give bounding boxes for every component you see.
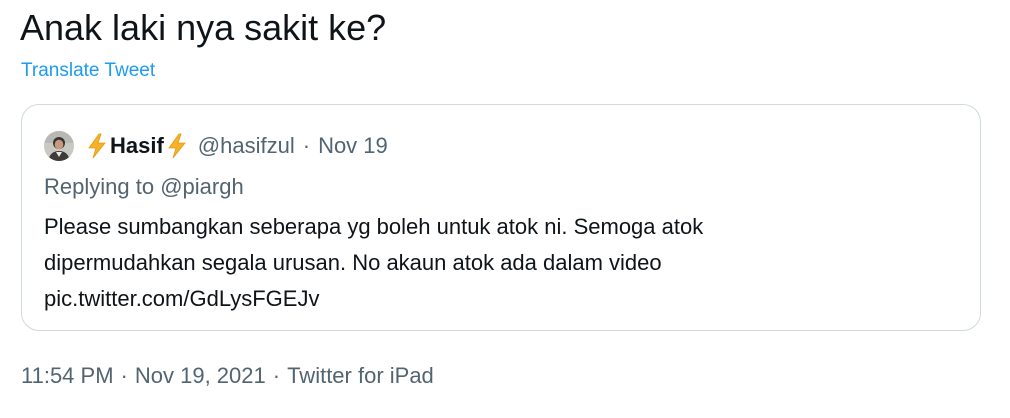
replying-mention: @piargh — [160, 174, 244, 199]
lightning-bolt-icon — [88, 133, 106, 159]
tweet-text: Anak laki nya sakit ke? — [20, 7, 387, 48]
tweet-time[interactable]: 11:54 PM — [21, 363, 114, 388]
display-name-text: Hasif — [110, 133, 164, 158]
avatar[interactable] — [44, 131, 74, 161]
tweet-date[interactable]: Nov 19, 2021 — [135, 363, 266, 388]
quoted-tweet-body: Please sumbangkan seberapa yg boleh untu… — [44, 209, 944, 317]
meta-separator: · — [272, 363, 281, 388]
replying-prefix: Replying to — [44, 174, 161, 199]
quoted-date[interactable]: Nov 19 — [318, 133, 388, 159]
quoted-body-line: Please sumbangkan seberapa yg boleh untu… — [44, 214, 704, 239]
lightning-bolt-icon — [168, 133, 186, 159]
quoted-body-line: dipermudahkan segala urusan. No akaun at… — [44, 250, 662, 275]
quoted-handle[interactable]: @hasifzul — [198, 133, 295, 159]
tweet-source[interactable]: Twitter for iPad — [287, 363, 434, 388]
user-avatar-image — [44, 131, 74, 161]
quoted-media-link: pic.twitter.com/GdLysFGEJv — [44, 286, 320, 311]
quoted-tweet-header: Hasif @hasifzul · Nov 19 — [44, 129, 388, 163]
meta-separator: · — [120, 363, 128, 388]
replying-to: Replying to @piargh — [44, 173, 244, 201]
quoted-display-name[interactable]: Hasif — [86, 133, 188, 159]
quoted-tweet-card[interactable]: Hasif @hasifzul · Nov 19 Replying to @pi… — [21, 104, 981, 331]
header-separator: · — [302, 133, 311, 158]
tweet-metadata: 11:54 PM · Nov 19, 2021 · Twitter for iPad — [21, 362, 434, 390]
translate-tweet-link[interactable]: Translate Tweet — [21, 59, 155, 83]
